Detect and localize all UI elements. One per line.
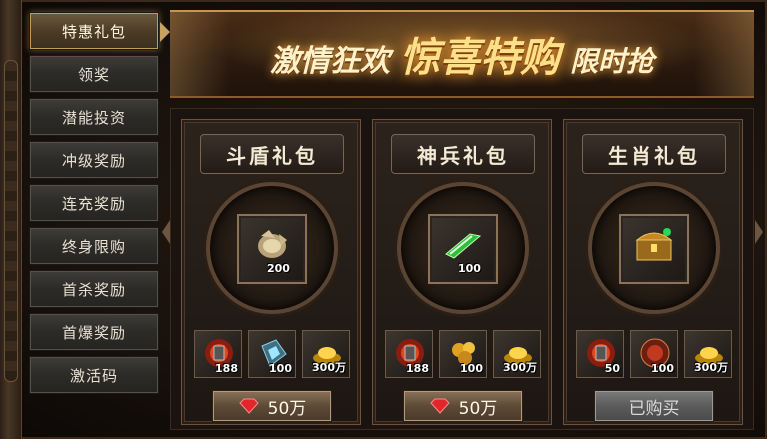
treasure-chest-icon xyxy=(635,228,673,261)
sidebar-item-label: 特惠礼包 xyxy=(61,22,126,41)
sidebar-item-activation-code[interactable]: 激活码 xyxy=(29,356,159,394)
sidebar-item-level-reward[interactable]: 冲级奖励 xyxy=(29,141,159,179)
pack-card-shield: 斗盾礼包 200 188 100 300万 50万 xyxy=(181,119,361,425)
pack-title: 神兵礼包 xyxy=(391,134,535,174)
sidebar-item-special-pack[interactable]: 特惠礼包 xyxy=(29,12,170,50)
item-quantity: 300万 xyxy=(694,361,728,374)
item-quantity: 188 xyxy=(406,362,429,375)
pack-item[interactable]: 300万 xyxy=(684,330,732,378)
banner-part-1: 激情狂欢 xyxy=(269,44,390,79)
pack-item[interactable]: 100 xyxy=(630,330,678,378)
pack-main-item[interactable]: 200 xyxy=(237,214,307,284)
sidebar-item-first-drop[interactable]: 首爆奖励 xyxy=(29,313,159,351)
item-quantity: 100 xyxy=(460,362,483,375)
sidebar-item-label: 冲级奖励 xyxy=(61,151,126,170)
pack-item[interactable]: 300万 xyxy=(302,330,350,378)
item-quantity: 50 xyxy=(604,362,620,375)
buy-button[interactable]: 50万 xyxy=(403,390,523,422)
sidebar-item-label: 首杀奖励 xyxy=(61,280,126,299)
sidebar-item-label: 首爆奖励 xyxy=(61,323,126,342)
item-quantity: 300万 xyxy=(312,361,346,374)
pack-main-item[interactable]: 100 xyxy=(428,214,498,284)
pack-card-weapon: 神兵礼包 100 188 100 300万 50万 xyxy=(372,119,552,425)
sidebar-item-recharge-reward[interactable]: 连充奖励 xyxy=(29,184,159,222)
pack-item[interactable]: 188 xyxy=(385,330,433,378)
side-ornament xyxy=(0,0,22,439)
green-blade-icon xyxy=(445,233,482,259)
sidebar-item-label: 激活码 xyxy=(69,366,118,385)
ruby-gem-icon xyxy=(429,398,450,414)
pack-item[interactable]: 100 xyxy=(439,330,487,378)
buy-button[interactable]: 50万 xyxy=(212,390,332,422)
banner-part-3: 限时抢 xyxy=(569,45,654,78)
promo-banner: 激情狂欢 惊喜特购 限时抢 xyxy=(170,10,754,98)
item-quantity: 300万 xyxy=(503,361,537,374)
pack-item[interactable]: 300万 xyxy=(493,330,541,378)
pack-title: 斗盾礼包 xyxy=(200,134,344,174)
item-quantity: 100 xyxy=(269,362,292,375)
pack-item-row: 188 100 300万 xyxy=(385,330,541,380)
sidebar-menu: 特惠礼包 领奖 潜能投资 冲级奖励 连充奖励 终身限购 首杀奖励 首爆奖励 激活… xyxy=(29,12,170,399)
buy-price: 50万 xyxy=(267,398,307,419)
buy-price: 50万 xyxy=(458,398,498,419)
sidebar-item-label: 连充奖励 xyxy=(61,194,126,213)
pack-title: 生肖礼包 xyxy=(582,134,726,174)
sidebar-item-first-kill[interactable]: 首杀奖励 xyxy=(29,270,159,308)
sidebar-item-label: 终身限购 xyxy=(61,237,126,256)
purchased-button: 已购买 xyxy=(594,390,714,422)
purchased-label: 已购买 xyxy=(628,398,680,419)
shield-fragment-icon xyxy=(258,230,287,258)
item-quantity: 200 xyxy=(267,262,290,275)
sidebar-item-lifetime-limited[interactable]: 终身限购 xyxy=(29,227,159,265)
item-quantity: 100 xyxy=(651,362,674,375)
pack-card-zodiac: 生肖礼包 50 100 300万 已购买 xyxy=(563,119,743,425)
scroll-left-arrow-icon[interactable] xyxy=(162,220,170,244)
banner-title: 激情狂欢 惊喜特购 限时抢 xyxy=(270,25,654,83)
pack-item-row: 50 100 300万 xyxy=(576,330,732,380)
banner-part-2: 惊喜特购 xyxy=(399,35,560,81)
sidebar-item-label: 领奖 xyxy=(77,65,110,84)
sidebar-item-label: 潜能投资 xyxy=(61,108,126,127)
item-quantity: 188 xyxy=(215,362,238,375)
pack-item[interactable]: 50 xyxy=(576,330,624,378)
sidebar-item-potential-invest[interactable]: 潜能投资 xyxy=(29,98,159,136)
pack-main-item[interactable] xyxy=(619,214,689,284)
ruby-gem-icon xyxy=(238,398,259,414)
pack-item[interactable]: 188 xyxy=(194,330,242,378)
pack-list: 斗盾礼包 200 188 100 300万 50万 神兵礼包 100 188 1… xyxy=(170,108,754,430)
scroll-right-arrow-icon[interactable] xyxy=(755,220,763,244)
pack-item-row: 188 100 300万 xyxy=(194,330,350,380)
sidebar-item-claim-reward[interactable]: 领奖 xyxy=(29,55,159,93)
item-quantity: 100 xyxy=(458,262,481,275)
pack-item[interactable]: 100 xyxy=(248,330,296,378)
